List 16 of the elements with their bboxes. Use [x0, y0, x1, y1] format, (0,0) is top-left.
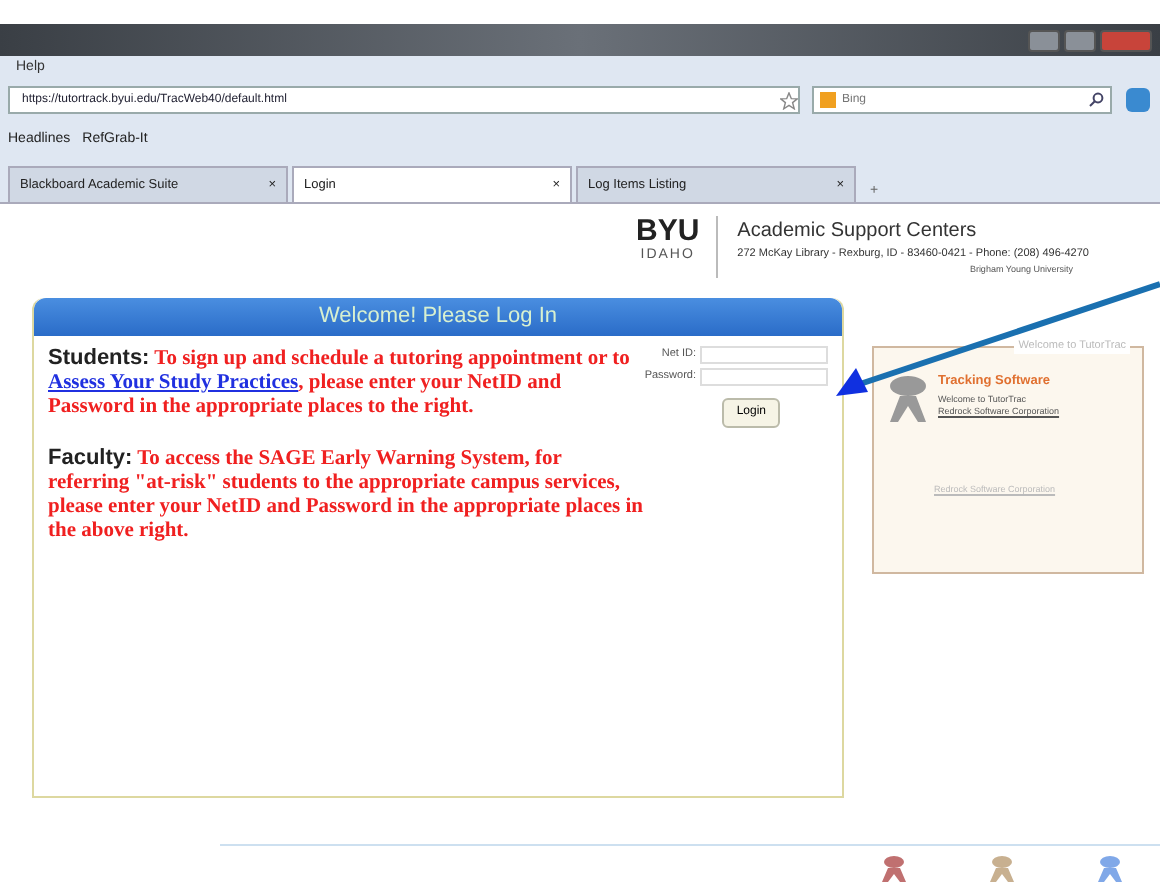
- minimize-button[interactable]: [1028, 29, 1060, 51]
- toolbar-icon[interactable]: [1124, 86, 1152, 114]
- study-practices-link[interactable]: Assess Your Study Practices: [48, 372, 299, 394]
- bing-icon: [820, 92, 836, 108]
- input-field[interactable]: [700, 346, 828, 364]
- close-button[interactable]: [1100, 29, 1152, 51]
- logo-text: BYU: [636, 216, 700, 246]
- figure-icon: [886, 372, 930, 424]
- instruction-text: Faculty: To access the SAGE Early Warning System, for referring "at-risk" students to the appropriate campus services, please enter your NetID and Password in the appropriate places in the above right.: [48, 446, 645, 544]
- search-icon[interactable]: [1088, 92, 1104, 108]
- star-icon[interactable]: [780, 91, 798, 109]
- instruction-text: Students: To sign up and schedule a tutoring appointment or to Assess Your Study Practices, please enter your NetID and Password in the appropriate places to the right.: [48, 346, 632, 420]
- input-field[interactable]: [700, 368, 828, 386]
- panel-title: Welcome! Please Log In: [34, 298, 842, 336]
- maximize-button[interactable]: [1064, 29, 1096, 51]
- site-title: Academic Support Centers: [737, 218, 979, 246]
